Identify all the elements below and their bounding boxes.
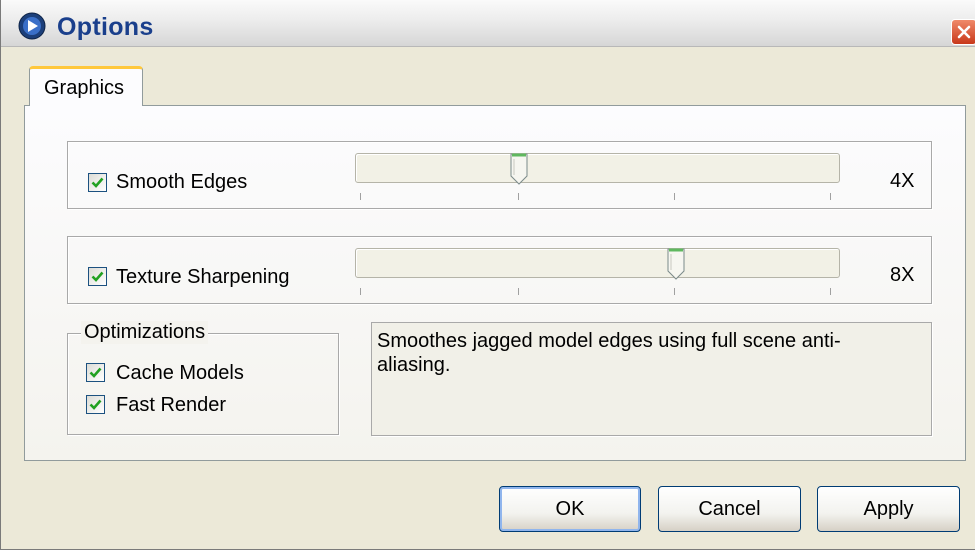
- description-box: Smoothes jagged model edges using full s…: [371, 322, 932, 436]
- tab-graphics-label: Graphics: [44, 77, 125, 99]
- texture-sharpening-tick: [360, 288, 361, 295]
- texture-sharpening-tick: [518, 288, 519, 295]
- smooth-edges-group: Smooth Edges 4X: [67, 141, 932, 209]
- close-button[interactable]: [951, 19, 975, 45]
- apply-button[interactable]: Apply: [817, 486, 960, 532]
- texture-sharpening-label: Texture Sharpening: [116, 266, 290, 288]
- window-title: Options: [57, 13, 154, 41]
- smooth-edges-checkbox[interactable]: [88, 173, 107, 192]
- checkmark-icon: [89, 367, 102, 378]
- tab-graphics[interactable]: Graphics: [29, 66, 143, 106]
- smooth-edges-slider-track[interactable]: [355, 153, 840, 183]
- smooth-edges-label: Smooth Edges: [116, 171, 248, 193]
- app-logo-icon: [18, 12, 46, 40]
- texture-sharpening-group: Texture Sharpening 8X: [67, 236, 932, 304]
- optimizations-legend: Optimizations: [81, 321, 209, 344]
- checkmark-icon: [89, 399, 102, 410]
- optimizations-group: Cache Models Fast Render: [67, 333, 339, 435]
- title-bar[interactable]: Options: [1, 0, 975, 47]
- smooth-edges-slider-thumb[interactable]: [510, 153, 528, 185]
- cache-models-label: Cache Models: [116, 362, 244, 384]
- cache-models-checkbox[interactable]: [86, 363, 105, 382]
- description-text: Smoothes jagged model edges using full s…: [377, 330, 841, 376]
- texture-sharpening-slider-track[interactable]: [355, 248, 840, 278]
- smooth-edges-value: 4X: [890, 170, 915, 192]
- options-dialog: Options Graphics Smooth Edges 4X Texture…: [0, 0, 975, 550]
- smooth-edges-tick: [518, 193, 519, 200]
- smooth-edges-tick: [830, 193, 831, 200]
- fast-render-label: Fast Render: [116, 394, 227, 416]
- smooth-edges-tick: [674, 193, 675, 200]
- fast-render-checkbox[interactable]: [86, 395, 105, 414]
- ok-button[interactable]: OK: [499, 486, 641, 532]
- texture-sharpening-value: 8X: [890, 264, 915, 286]
- cancel-button[interactable]: Cancel: [658, 486, 801, 532]
- texture-sharpening-tick: [674, 288, 675, 295]
- texture-sharpening-checkbox[interactable]: [88, 267, 107, 286]
- checkmark-icon: [91, 177, 104, 188]
- smooth-edges-tick: [360, 193, 361, 200]
- texture-sharpening-tick: [830, 288, 831, 295]
- close-icon: [957, 25, 971, 39]
- checkmark-icon: [91, 271, 104, 282]
- texture-sharpening-slider-thumb[interactable]: [667, 248, 685, 280]
